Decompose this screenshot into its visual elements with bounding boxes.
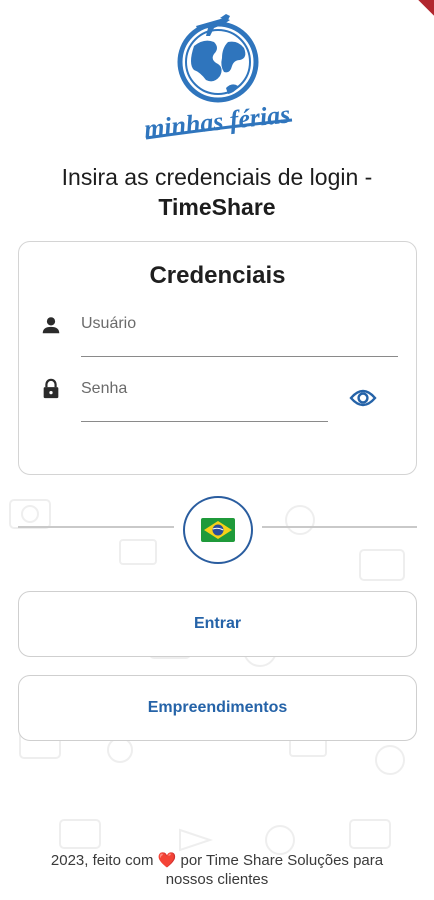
footer-suffix: por Time Share Soluções para [180,852,384,869]
person-icon [42,317,60,334]
footer-line2: nossos clientes [165,871,269,888]
enter-button[interactable]: Entrar [18,591,417,657]
login-heading: Insira as credenciais de login - TimeSha… [0,162,434,222]
developments-button[interactable]: Empreendimentos [18,675,417,741]
credentials-title: Credenciais [149,262,286,289]
heart-icon: ❤️ [157,852,177,869]
username-underline [81,356,398,357]
credentials-card: Credenciais Usuário Senha [18,241,417,475]
footer-prefix: 2023, feito com [50,852,154,869]
divider-right [262,526,417,528]
brazil-flag-icon [201,518,235,542]
minhas-ferias-logo: minhas férias [143,14,293,144]
password-input[interactable]: Senha [81,380,127,398]
login-title-line1: Insira as credenciais de login - [61,164,373,190]
corner-banner [410,0,434,23]
footer: 2023, feito com ❤️ por Time Share Soluçõ… [0,851,434,889]
login-title-line2: TimeShare [158,194,276,220]
password-underline [81,421,328,422]
lock-icon [43,378,59,399]
divider-left [18,526,174,528]
username-input[interactable]: Usuário [81,315,136,333]
language-selector[interactable] [183,496,253,564]
eye-icon[interactable] [349,384,377,412]
